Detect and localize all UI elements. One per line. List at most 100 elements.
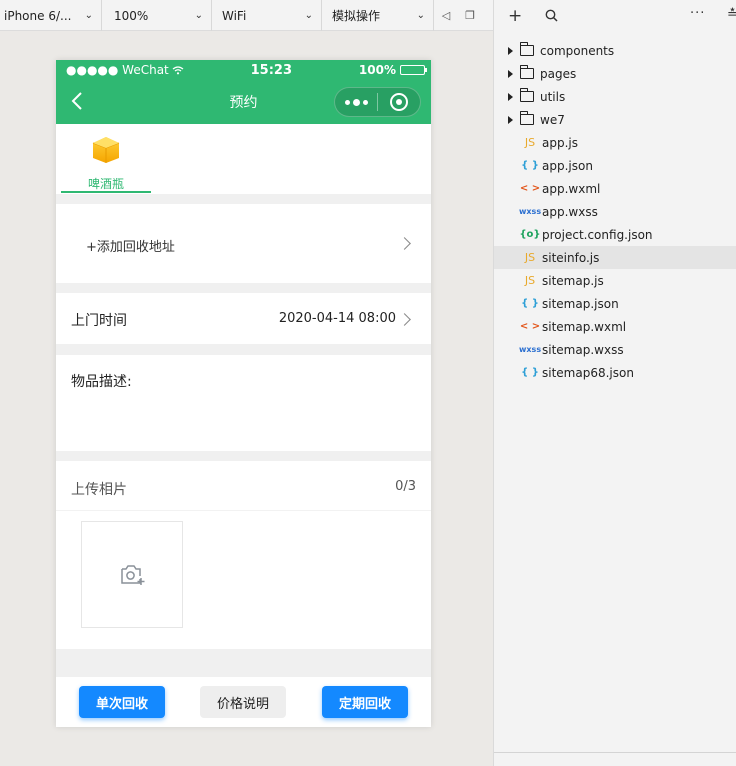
search-icon[interactable] [545, 9, 558, 22]
tree-folder[interactable]: we7 [494, 108, 736, 131]
bottom-action-bar: 单次回收 价格说明 定期回收 [56, 677, 431, 727]
status-bar: ●●●●● WeChat 15:23 100% [56, 60, 431, 80]
tree-file[interactable]: wxss app.wxss [494, 200, 736, 223]
tree-item-label: app.wxml [542, 181, 601, 196]
carrier: ●●●●● WeChat [66, 63, 184, 77]
simulate-select-value: 模拟操作 [332, 9, 381, 23]
network-select[interactable]: WiFi ⌄ [212, 0, 322, 31]
tree-file[interactable]: {o} project.config.json [494, 223, 736, 246]
tree-item-label: pages [540, 66, 577, 81]
window-icon[interactable]: ❐ [458, 0, 482, 31]
category-item-beer-bottle[interactable]: 啤酒瓶 [61, 124, 151, 194]
chevron-down-icon: ⌄ [194, 10, 203, 21]
tree-item-label: project.config.json [542, 227, 653, 242]
wxml-file-icon: < > [519, 321, 541, 332]
capsule-menu [334, 87, 421, 117]
add-icon[interactable]: + [508, 6, 522, 26]
more-icon[interactable]: ··· [690, 6, 705, 21]
tree-item-label: app.json [542, 158, 593, 173]
zoom-select-value: 100% [114, 8, 149, 23]
file-explorer: + ··· ≛ components pages utils we7 JS app.js{… [493, 0, 736, 766]
target-icon [390, 93, 408, 111]
single-recycle-button[interactable]: 单次回收 [79, 686, 165, 718]
phone-simulator: ●●●●● WeChat 15:23 100% 预约 啤酒瓶 +添加回收地址 上… [56, 60, 431, 727]
tree-folder[interactable]: pages [494, 62, 736, 85]
tree-item-label: sitemap68.json [542, 365, 634, 380]
page-title: 预约 [229, 95, 258, 111]
expand-arrow-icon[interactable] [508, 92, 513, 101]
item-description-field[interactable]: 物品描述: [56, 355, 431, 451]
wxss-file-icon: wxss [519, 207, 542, 216]
tree-file[interactable]: wxss sitemap.wxss [494, 338, 736, 361]
pickup-time-row[interactable]: 上门时间 2020-04-14 08:00 [56, 293, 431, 344]
status-time: 15:23 [250, 62, 293, 78]
wifi-icon [172, 65, 184, 74]
folder-icon [520, 111, 534, 125]
chevron-right-icon [398, 237, 411, 250]
tree-folder[interactable]: utils [494, 85, 736, 108]
device-select-value: iPhone 6/... [4, 8, 72, 23]
tree-folder[interactable]: components [494, 39, 736, 62]
add-photo-button[interactable] [81, 521, 183, 628]
folder-icon [520, 88, 534, 102]
tree-item-label: we7 [540, 112, 565, 127]
tree-file[interactable]: JS app.js [494, 131, 736, 154]
tree-item-label: app.wxss [542, 204, 598, 219]
tree-item-label: siteinfo.js [542, 250, 600, 265]
tree-item-label: sitemap.wxss [542, 342, 624, 357]
tree-file[interactable]: JS sitemap.js [494, 269, 736, 292]
explorer-toolbar: + ··· ≛ [494, 0, 736, 31]
camera-add-icon [121, 564, 145, 585]
upload-photos-section: 上传相片 0/3 [56, 461, 431, 649]
tree-item-label: app.js [542, 135, 578, 150]
expand-arrow-icon[interactable] [508, 115, 513, 124]
more-dots-icon [344, 98, 368, 106]
json-file-icon: { } [521, 160, 539, 171]
close-miniprogram-button[interactable] [378, 88, 420, 116]
tree-item-label: sitemap.json [542, 296, 619, 311]
category-tabs: 啤酒瓶 [56, 124, 431, 194]
category-label: 啤酒瓶 [87, 177, 124, 191]
regular-recycle-button[interactable]: 定期回收 [322, 686, 408, 718]
app-header: ●●●●● WeChat 15:23 100% 预约 [56, 60, 431, 124]
pickup-time-value: 2020-04-14 08:00 [278, 311, 396, 326]
tree-file[interactable]: { } sitemap68.json [494, 361, 736, 384]
more-button[interactable] [335, 88, 377, 116]
chevron-right-icon [398, 313, 411, 326]
chevron-down-icon: ⌄ [304, 10, 313, 21]
tree-item-label: sitemap.wxml [542, 319, 627, 334]
box-icon [92, 137, 120, 163]
upload-label: 上传相片 [71, 482, 127, 498]
volume-icon[interactable]: ◁ [434, 0, 458, 31]
tree-file[interactable]: < > app.wxml [494, 177, 736, 200]
collapse-icon[interactable]: ≛ [727, 7, 736, 22]
price-info-button[interactable]: 价格说明 [200, 686, 286, 718]
expand-arrow-icon[interactable] [508, 46, 513, 55]
tree-file[interactable]: { } app.json [494, 154, 736, 177]
folder-icon [520, 65, 534, 79]
tree-file[interactable]: { } sitemap.json [494, 292, 736, 315]
file-tree: components pages utils we7 JS app.js{ } app.js… [494, 39, 736, 384]
folder-icon [520, 42, 534, 56]
back-icon[interactable] [64, 88, 90, 114]
simulate-select[interactable]: 模拟操作 ⌄ [322, 0, 434, 31]
chevron-down-icon: ⌄ [416, 10, 425, 21]
js-file-icon: JS [524, 136, 536, 149]
network-select-value: WiFi [222, 8, 247, 23]
add-address-label: +添加回收地址 [86, 240, 175, 255]
tree-file[interactable]: < > sitemap.wxml [494, 315, 736, 338]
json-file-icon: { } [521, 298, 539, 309]
cfg-file-icon: {o} [519, 229, 541, 240]
upload-count: 0/3 [395, 479, 416, 494]
js-file-icon: JS [524, 274, 536, 287]
item-description-label: 物品描述: [71, 374, 132, 390]
tree-file[interactable]: JS siteinfo.js [494, 246, 736, 269]
upload-header: 上传相片 0/3 [56, 461, 431, 511]
tree-item-label: utils [540, 89, 566, 104]
explorer-footer [494, 752, 736, 766]
add-address-row[interactable]: +添加回收地址 [56, 204, 431, 283]
device-select[interactable]: iPhone 6/... ⌄ [0, 0, 102, 31]
zoom-select[interactable]: 100% ⌄ [102, 0, 212, 31]
expand-arrow-icon[interactable] [508, 69, 513, 78]
nav-bar: 预约 [56, 80, 431, 124]
